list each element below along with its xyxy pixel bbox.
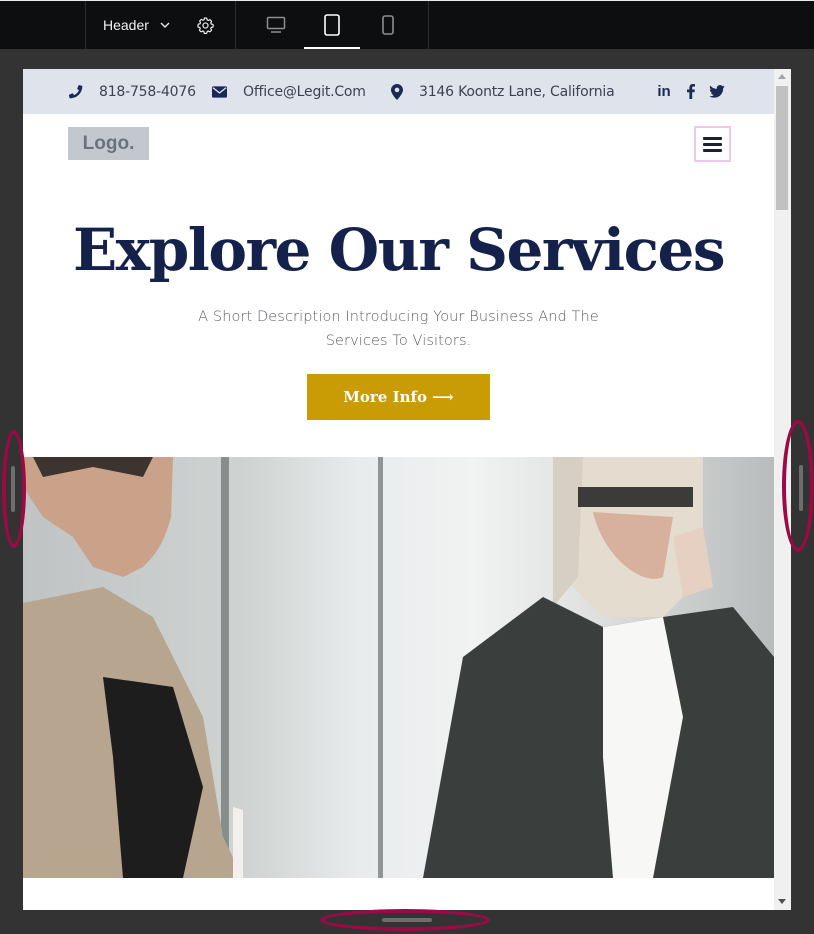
right-resize-handle[interactable] [799, 465, 803, 511]
email-info[interactable]: Office@Legit.Com [212, 69, 366, 114]
tablet-icon [324, 14, 340, 36]
preview-page: 818-758-4076 Office@Legit.Com 3146 Koont… [23, 69, 774, 910]
social-links: in [656, 69, 726, 114]
preview-frame: 818-758-4076 Office@Legit.Com 3146 Koont… [23, 69, 791, 910]
mobile-icon [382, 15, 394, 35]
twitter-icon[interactable] [708, 84, 726, 100]
preview-vertical-scrollbar[interactable] [774, 69, 791, 910]
address-text: 3146 Koontz Lane, California [419, 83, 615, 100]
editor-toolbar: Header [0, 0, 814, 49]
scroll-down-arrow-icon[interactable] [778, 899, 786, 904]
email-address: Office@Legit.Com [243, 83, 366, 100]
bottom-resize-handle[interactable] [382, 918, 432, 922]
businesswoman-on-phone-figure [423, 457, 774, 878]
chevron-down-icon [160, 22, 170, 28]
linkedin-icon[interactable]: in [656, 83, 672, 100]
gear-icon[interactable] [196, 16, 215, 35]
toolbar-divider [428, 1, 429, 49]
hamburger-menu-button[interactable] [694, 126, 731, 162]
envelope-icon [212, 85, 227, 98]
hero-description: A Short Description Introducing Your Bus… [198, 309, 599, 349]
top-info-bar: 818-758-4076 Office@Legit.Com 3146 Koont… [23, 69, 774, 114]
desktop-icon [266, 16, 286, 33]
phone-icon [68, 85, 83, 99]
site-logo[interactable]: Logo. [68, 127, 149, 160]
phone-info[interactable]: 818-758-4076 [68, 69, 196, 114]
more-info-button[interactable]: More Info ⟶ [307, 374, 490, 420]
device-desktop-button[interactable] [248, 1, 304, 49]
facebook-icon[interactable] [685, 84, 697, 100]
device-tablet-button[interactable] [304, 1, 360, 49]
hamburger-icon-bar [703, 142, 722, 146]
businesswoman-writing-figure [23, 457, 243, 878]
hamburger-icon-bar [703, 148, 722, 152]
left-resize-handle[interactable] [11, 466, 15, 512]
toolbar-divider [235, 1, 236, 49]
scroll-up-arrow-icon[interactable] [778, 74, 786, 79]
template-selector-label: Header [103, 17, 149, 33]
hero-title: Explore Our Services [72, 216, 726, 284]
scrollbar-thumb[interactable] [776, 86, 788, 210]
hero-image [23, 457, 774, 878]
template-selector[interactable]: Header [86, 1, 236, 49]
hamburger-icon-bar [703, 136, 722, 140]
device-mobile-button[interactable] [360, 1, 416, 49]
address-info[interactable]: 3146 Koontz Lane, California [391, 69, 615, 114]
window-frame [378, 457, 383, 878]
map-pin-icon [391, 83, 403, 100]
phone-number: 818-758-4076 [99, 83, 196, 100]
